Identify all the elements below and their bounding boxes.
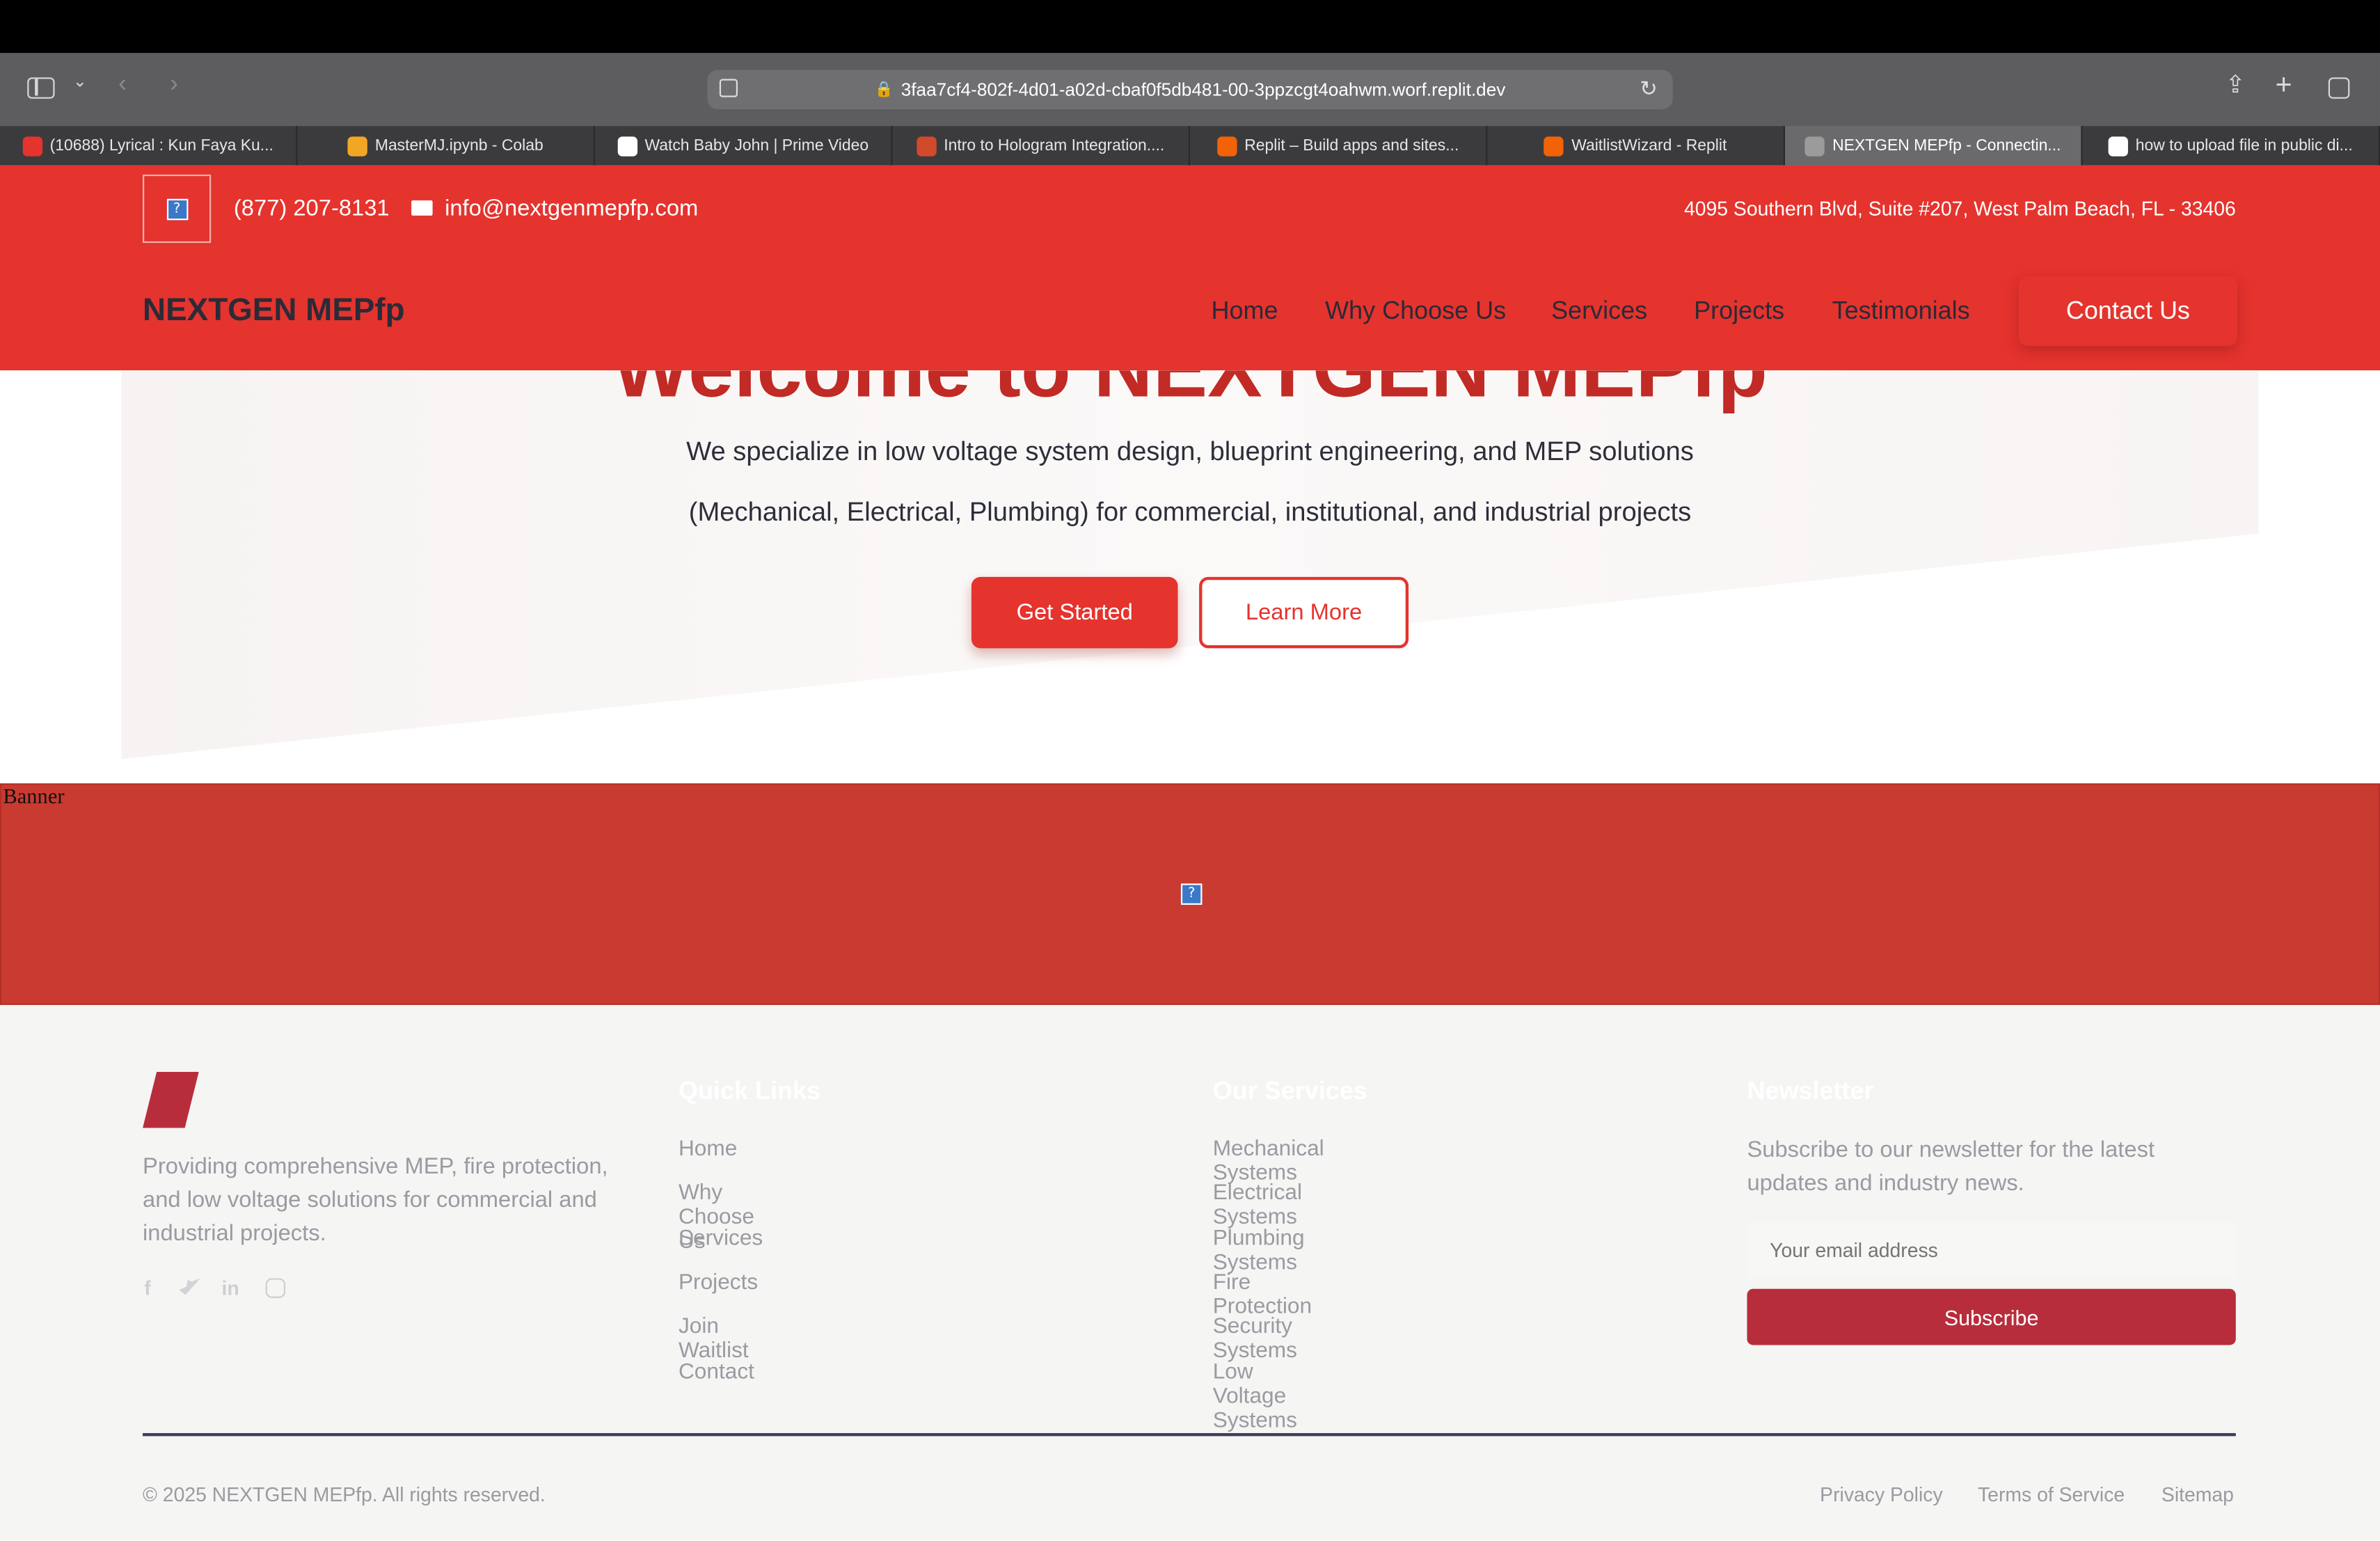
screen-top-bar [0, 0, 2380, 54]
facebook-icon[interactable]: f [144, 1277, 150, 1299]
page-settings-icon[interactable] [719, 79, 738, 97]
footer-quick-link[interactable]: Join Waitlist [679, 1315, 749, 1364]
site-header: ? (877) 207-8131 info@nextgenmepfp.com 4… [0, 165, 2380, 371]
footer-quick-link[interactable]: Services [679, 1226, 763, 1250]
hero-line-2: (Mechanical, Electrical, Plumbing) for c… [688, 496, 1692, 527]
footer-about-line-2: and low voltage solutions for commercial… [143, 1187, 597, 1213]
footer-service-link[interactable]: Mechanical Systems [1213, 1137, 1324, 1186]
phone-text[interactable]: (877) 207-8131 [234, 196, 390, 221]
site-footer: Providing comprehensive MEP, fire protec… [0, 1004, 2380, 1541]
banner-alt-text: Banner [3, 786, 65, 809]
tab-favicon-icon [2108, 136, 2128, 156]
footer-logo-shape[interactable] [143, 1071, 199, 1128]
lock-icon: 🔒 [874, 81, 894, 98]
hero-line-1: We specialize in low voltage system desi… [686, 435, 1694, 466]
forward-icon[interactable]: › [170, 72, 178, 97]
tab-favicon-icon [617, 136, 637, 156]
nav-link-testimonials[interactable]: Testimonials [1832, 297, 1970, 326]
tab-label: WaitlistWizard - Replit [1571, 136, 1727, 155]
newsletter-heading: Newsletter [1747, 1077, 1874, 1105]
get-started-label: Get Started [1016, 599, 1133, 626]
hero-background-panel [121, 370, 2259, 759]
tab-label: NEXTGEN MEPfp - Connectin... [1832, 136, 2061, 155]
terms-of-service-link[interactable]: Terms of Service [1978, 1483, 2125, 1506]
browser-tab[interactable]: (10688) Lyrical : Kun Faya Ku... [0, 126, 298, 166]
tab-label: (10688) Lyrical : Kun Faya Ku... [49, 136, 273, 155]
browser-tab[interactable]: NEXTGEN MEPfp - Connectin... [1784, 126, 2083, 166]
banner-broken-image-icon: ? [1180, 883, 1203, 905]
tab-label: Replit – Build apps and sites... [1244, 136, 1459, 155]
new-tab-icon[interactable]: + [2275, 72, 2292, 100]
share-icon[interactable]: ⇪ [2226, 74, 2246, 99]
tab-favicon-icon [347, 136, 367, 156]
copyright-text: © 2025 NEXTGEN MEPfp. All rights reserve… [143, 1483, 546, 1506]
privacy-policy-link[interactable]: Privacy Policy [1820, 1483, 1943, 1506]
newsletter-email-input[interactable] [1747, 1222, 2236, 1279]
tab-label: how to upload file in public di... [2135, 136, 2353, 155]
browser-tab[interactable]: how to upload file in public di... [2082, 126, 2380, 166]
subscribe-label: Subscribe [1944, 1304, 2039, 1329]
get-started-button[interactable]: Get Started [971, 576, 1178, 649]
nav-link-services[interactable]: Services [1551, 297, 1647, 326]
url-text: 3faa7cf4-802f-4d01-a02d-cbaf0f5db481-00-… [901, 79, 1506, 100]
linkedin-icon[interactable]: in [221, 1277, 239, 1299]
instagram-icon[interactable] [265, 1278, 286, 1298]
banner-section: Banner ? [0, 783, 2380, 1005]
envelope-icon [411, 200, 433, 216]
footer-service-link[interactable]: Fire Protection [1213, 1270, 1312, 1319]
header-logo-box[interactable]: ? [143, 174, 212, 243]
browser-tab[interactable]: Intro to Hologram Integration.... [892, 126, 1190, 166]
footer-quick-link[interactable]: Projects [679, 1270, 758, 1295]
hero-section: Welcome to NEXTGEN MEPfp We specialize i… [0, 370, 2380, 784]
address-bar[interactable]: 🔒 3faa7cf4-802f-4d01-a02d-cbaf0f5db481-0… [707, 70, 1673, 110]
nav-link-projects[interactable]: Projects [1694, 297, 1784, 326]
browser-tab[interactable]: WaitlistWizard - Replit [1487, 126, 1785, 166]
tab-favicon-icon [917, 136, 937, 156]
hero-title: Welcome to NEXTGEN MEPfp [0, 370, 2380, 416]
back-icon[interactable]: ‹ [118, 72, 127, 97]
reload-icon[interactable]: ↻ [1640, 76, 1658, 102]
browser-tab[interactable]: MasterMJ.ipynb - Colab [297, 126, 595, 166]
tab-overview-icon[interactable] [2328, 77, 2350, 99]
sidebar-toggle-icon[interactable] [27, 77, 55, 99]
nav-link-why-choose-us[interactable]: Why Choose Us [1325, 297, 1506, 326]
tab-favicon-icon [1804, 136, 1825, 156]
tab-label: Intro to Hologram Integration.... [944, 136, 1165, 155]
footer-divider [143, 1432, 2236, 1436]
chevron-down-icon[interactable]: ⌄ [73, 74, 87, 91]
tab-favicon-icon [22, 136, 42, 156]
our-services-heading: Our Services [1212, 1077, 1367, 1105]
footer-service-link[interactable]: Electrical Systems [1213, 1182, 1302, 1231]
contact-us-label: Contact Us [2065, 297, 2190, 324]
learn-more-button[interactable]: Learn More [1199, 576, 1409, 649]
footer-service-link[interactable]: Low Voltage Systems [1213, 1359, 1297, 1432]
browser-tab-strip: (10688) Lyrical : Kun Faya Ku... MasterMJ… [0, 126, 2380, 166]
newsletter-text-line-1: Subscribe to our newsletter for the late… [1747, 1137, 2155, 1163]
footer-quick-link[interactable]: Contact [679, 1359, 754, 1384]
tab-favicon-icon [1216, 136, 1237, 156]
email-text[interactable]: info@nextgenmepfp.com [445, 196, 698, 221]
subscribe-button[interactable]: Subscribe [1747, 1288, 2236, 1345]
address-text: 4095 Southern Blvd, Suite #207, West Pal… [1683, 197, 2236, 221]
footer-about-line-3: industrial projects. [143, 1220, 326, 1247]
newsletter-text-line-2: updates and industry news. [1747, 1170, 2024, 1196]
footer-service-link[interactable]: Plumbing Systems [1213, 1226, 1305, 1274]
twitter-icon[interactable] [179, 1278, 200, 1295]
tab-label: MasterMJ.ipynb - Colab [374, 136, 544, 155]
footer-service-link[interactable]: Security Systems [1213, 1315, 1297, 1364]
sitemap-link[interactable]: Sitemap [2161, 1483, 2234, 1506]
tab-favicon-icon [1544, 136, 1564, 156]
footer-quick-link[interactable]: Home [679, 1137, 737, 1162]
quick-links-heading: Quick Links [678, 1077, 820, 1105]
nav-link-home[interactable]: Home [1212, 297, 1278, 326]
brand-logo[interactable]: NEXTGEN MEPfp [143, 293, 405, 329]
browser-tab[interactable]: Watch Baby John | Prime Video [595, 126, 893, 166]
learn-more-label: Learn More [1245, 599, 1363, 626]
browser-tab[interactable]: Replit – Build apps and sites... [1190, 126, 1488, 166]
tab-label: Watch Baby John | Prime Video [644, 136, 869, 155]
contact-us-button[interactable]: Contact Us [2018, 276, 2237, 347]
footer-about-line-1: Providing comprehensive MEP, fire protec… [143, 1153, 608, 1180]
broken-image-icon: ? [166, 198, 188, 220]
